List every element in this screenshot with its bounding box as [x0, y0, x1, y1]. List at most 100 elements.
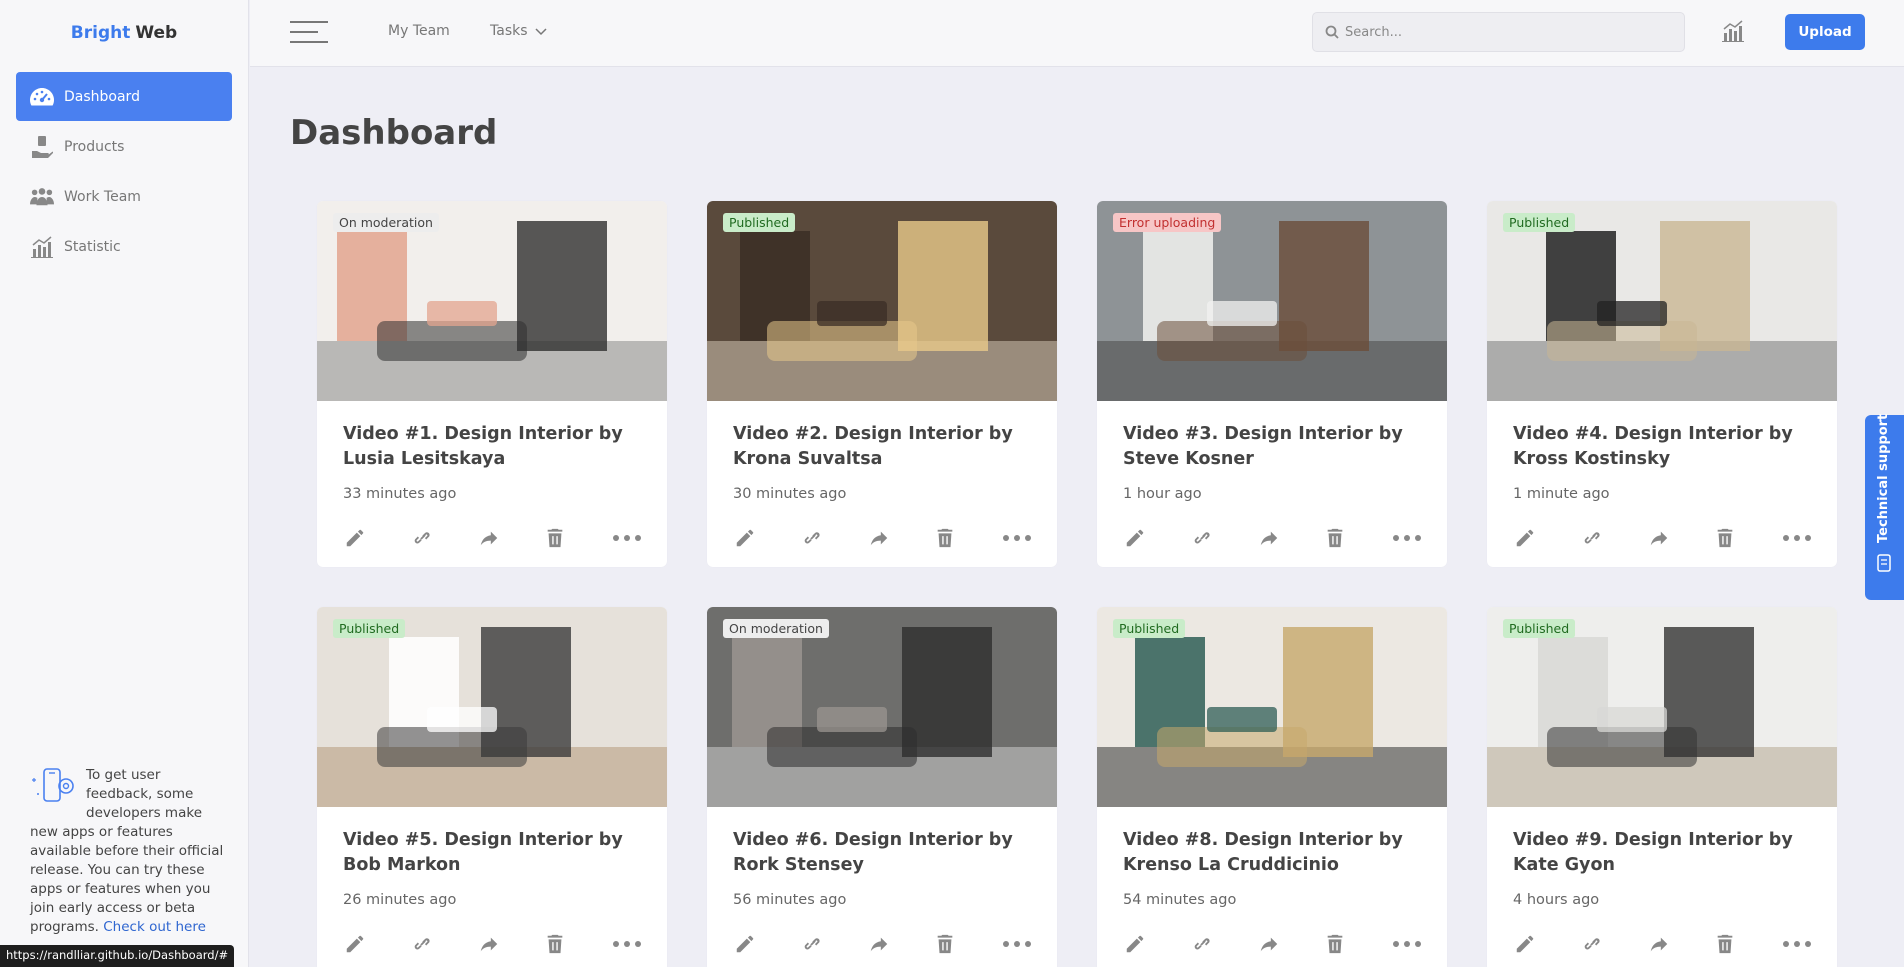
video-thumbnail[interactable]: Published [1487, 607, 1837, 807]
more-options-button[interactable] [1775, 930, 1819, 958]
status-badge: Published [1503, 213, 1576, 232]
status-badge: On moderation [333, 213, 439, 232]
pencil-icon [734, 527, 756, 549]
copy-link-button[interactable] [1188, 930, 1216, 958]
card-actions [341, 930, 651, 958]
card-actions [1511, 930, 1821, 958]
more-options-button[interactable] [605, 524, 649, 552]
menu-toggle-icon[interactable] [290, 19, 330, 45]
share-button[interactable] [1645, 524, 1673, 552]
nav-my-team[interactable]: My Team [388, 23, 450, 39]
edit-button[interactable] [731, 524, 759, 552]
more-options-button[interactable] [1385, 930, 1429, 958]
more-options-button[interactable] [1775, 524, 1819, 552]
edit-button[interactable] [341, 930, 369, 958]
status-badge: Published [1113, 619, 1186, 638]
copy-link-button[interactable] [1578, 524, 1606, 552]
video-title[interactable]: Video #5. Design Interior by Bob Markon [343, 828, 643, 878]
card-actions [1121, 930, 1431, 958]
sidebar-item-label: Statistic [64, 238, 121, 255]
share-button[interactable] [1255, 524, 1283, 552]
link-icon [411, 933, 433, 955]
pencil-icon [1124, 933, 1146, 955]
edit-button[interactable] [1511, 524, 1539, 552]
video-thumbnail[interactable]: Published [1097, 607, 1447, 807]
share-button[interactable] [475, 930, 503, 958]
video-card[interactable]: Published Video #9. Design Interior by Ka… [1487, 607, 1837, 967]
search-input[interactable] [1345, 24, 1684, 40]
delete-button[interactable] [931, 524, 959, 552]
video-thumbnail[interactable]: On moderation [707, 607, 1057, 807]
copy-link-button[interactable] [798, 930, 826, 958]
edit-button[interactable] [1511, 930, 1539, 958]
share-button[interactable] [475, 524, 503, 552]
video-thumbnail[interactable]: On moderation [317, 201, 667, 401]
nav-tasks[interactable]: Tasks [490, 23, 547, 39]
video-title[interactable]: Video #4. Design Interior by Kross Kosti… [1513, 422, 1813, 472]
trash-icon [545, 527, 565, 549]
status-badge: On moderation [723, 619, 829, 638]
share-icon [1648, 933, 1670, 955]
video-title[interactable]: Video #2. Design Interior by Krona Suval… [733, 422, 1033, 472]
video-title[interactable]: Video #1. Design Interior by Lusia Lesit… [343, 422, 643, 472]
edit-button[interactable] [341, 524, 369, 552]
video-card[interactable]: Published Video #2. Design Interior by Kr… [707, 201, 1057, 567]
video-thumbnail[interactable]: Published [707, 201, 1057, 401]
video-title[interactable]: Video #8. Design Interior by Krenso La C… [1123, 828, 1423, 878]
video-title[interactable]: Video #9. Design Interior by Kate Gyon [1513, 828, 1813, 878]
edit-button[interactable] [1121, 524, 1149, 552]
share-icon [868, 527, 890, 549]
delete-button[interactable] [1711, 524, 1739, 552]
upload-button[interactable]: Upload [1785, 14, 1865, 50]
video-card[interactable]: Error uploading Video #3. Design Interior… [1097, 201, 1447, 567]
share-button[interactable] [865, 524, 893, 552]
more-options-button[interactable] [605, 930, 649, 958]
share-button[interactable] [1645, 930, 1673, 958]
delete-button[interactable] [541, 524, 569, 552]
sidebar-item-dashboard[interactable]: Dashboard [16, 72, 232, 121]
search-icon [1325, 25, 1339, 39]
video-thumbnail[interactable]: Published [1487, 201, 1837, 401]
more-icon [1002, 940, 1032, 948]
video-card[interactable]: On moderation Video #6. Design Interior b… [707, 607, 1057, 967]
brand-logo[interactable]: Bright Web [0, 0, 248, 66]
pencil-icon [344, 527, 366, 549]
delete-button[interactable] [1321, 930, 1349, 958]
video-card[interactable]: Published Video #8. Design Interior by Kr… [1097, 607, 1447, 967]
copy-link-button[interactable] [408, 930, 436, 958]
share-button[interactable] [865, 930, 893, 958]
link-icon [1581, 527, 1603, 549]
video-card[interactable]: Published Video #4. Design Interior by Kr… [1487, 201, 1837, 567]
more-options-button[interactable] [995, 524, 1039, 552]
sidebar-item-statistic[interactable]: Statistic [16, 222, 232, 271]
edit-button[interactable] [731, 930, 759, 958]
delete-button[interactable] [1711, 930, 1739, 958]
video-thumbnail[interactable]: Error uploading [1097, 201, 1447, 401]
brand-part-2: Web [135, 23, 178, 43]
trash-icon [1325, 527, 1345, 549]
more-options-button[interactable] [995, 930, 1039, 958]
sidebar-item-work-team[interactable]: Work Team [16, 172, 232, 221]
video-card[interactable]: On moderation Video #1. Design Interior b… [317, 201, 667, 567]
copy-link-button[interactable] [408, 524, 436, 552]
sidebar-item-products[interactable]: Products [16, 122, 232, 171]
copy-link-button[interactable] [1578, 930, 1606, 958]
video-thumbnail[interactable]: Published [317, 607, 667, 807]
promo-link[interactable]: Check out here [103, 919, 206, 935]
share-button[interactable] [1255, 930, 1283, 958]
more-options-button[interactable] [1385, 524, 1429, 552]
copy-link-button[interactable] [1188, 524, 1216, 552]
statistics-icon[interactable] [1722, 20, 1748, 46]
bar-chart-icon [30, 235, 54, 259]
video-title[interactable]: Video #3. Design Interior by Steve Kosne… [1123, 422, 1423, 472]
delete-button[interactable] [931, 930, 959, 958]
video-title[interactable]: Video #6. Design Interior by Rork Stense… [733, 828, 1033, 878]
video-card[interactable]: Published Video #5. Design Interior by Bo… [317, 607, 667, 967]
delete-button[interactable] [1321, 524, 1349, 552]
more-icon [1392, 940, 1422, 948]
search-box [1312, 12, 1685, 52]
edit-button[interactable] [1121, 930, 1149, 958]
copy-link-button[interactable] [798, 524, 826, 552]
delete-button[interactable] [541, 930, 569, 958]
technical-support-tab[interactable]: Technical support [1865, 414, 1904, 600]
